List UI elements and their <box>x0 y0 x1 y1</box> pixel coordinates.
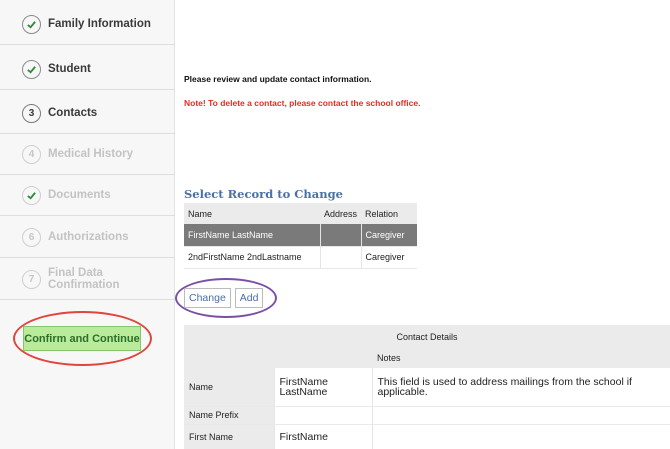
intro-text: Please review and update contact informa… <box>184 74 372 84</box>
step-medical-history: 4 Medical History <box>0 134 175 175</box>
contact-details-title: Contact Details <box>184 325 670 348</box>
record-address <box>319 224 362 247</box>
field-value[interactable]: FirstName <box>273 424 372 449</box>
detail-row-first-name: First Name FirstName <box>184 424 670 449</box>
field-value: FirstName LastName <box>273 368 372 407</box>
step-number-badge: 7 <box>22 269 41 289</box>
step-number-badge: 6 <box>22 227 41 247</box>
record-address <box>319 246 362 269</box>
step-label: Medical History <box>48 148 133 160</box>
select-record-title: Select Record to Change <box>184 187 343 201</box>
confirm-and-continue-button[interactable]: Confirm and Continue <box>23 326 141 351</box>
check-icon <box>22 185 41 205</box>
column-header-relation: Relation <box>361 203 418 224</box>
field-label: Name Prefix <box>184 406 274 425</box>
column-header-name: Name <box>184 203 320 224</box>
record-relation: Caregiver <box>360 224 418 247</box>
step-number-badge: 4 <box>22 144 41 164</box>
step-label: Authorizations <box>48 231 129 243</box>
step-label: Student <box>48 63 91 75</box>
table-row[interactable]: 2ndFirstName 2ndLastname Caregiver <box>184 246 418 269</box>
step-number-badge: 3 <box>22 103 41 123</box>
step-family-information[interactable]: Family Information <box>0 4 175 45</box>
subheader-spacer <box>274 348 372 368</box>
detail-row-name: Name FirstName LastName This field is us… <box>184 368 670 407</box>
record-name: FirstName LastName <box>184 224 320 247</box>
step-authorizations: 6 Authorizations <box>0 217 175 258</box>
notes-header: Notes <box>372 348 670 368</box>
step-label: Final Data Confirmation <box>48 267 120 291</box>
step-contacts[interactable]: 3 Contacts <box>0 93 175 134</box>
field-note <box>371 406 670 425</box>
records-table: Name Address Relation FirstName LastName… <box>184 203 418 269</box>
step-student[interactable]: Student <box>0 49 175 90</box>
field-note <box>371 424 670 449</box>
step-label: Documents <box>48 189 111 201</box>
table-row[interactable]: FirstName LastName Caregiver <box>184 224 418 247</box>
wizard-sidebar: Family Information Student 3 Contacts 4 … <box>0 0 175 449</box>
details-header-row: Contact Details <box>184 325 670 348</box>
field-note: This field is used to address mailings f… <box>371 368 670 407</box>
details-subheader-row: Notes <box>184 348 670 368</box>
step-documents[interactable]: Documents <box>0 175 175 216</box>
field-value[interactable] <box>273 406 372 425</box>
add-button[interactable]: Add <box>234 288 264 308</box>
record-relation: Caregiver <box>360 246 418 269</box>
field-label: First Name <box>184 424 274 449</box>
field-label: Name <box>184 368 274 407</box>
step-label: Family Information <box>48 18 151 30</box>
delete-note: Note! To delete a contact, please contac… <box>184 98 421 108</box>
step-final-data-confirmation: 7 Final Data Confirmation <box>0 259 175 300</box>
check-icon <box>22 14 41 34</box>
step-label: Contacts <box>48 107 98 119</box>
record-name: 2ndFirstName 2ndLastname <box>184 246 320 269</box>
record-actions: Change Add <box>184 288 264 308</box>
check-icon <box>22 59 41 79</box>
subheader-spacer <box>184 348 274 368</box>
detail-row-name-prefix: Name Prefix <box>184 406 670 425</box>
change-button[interactable]: Change <box>184 288 231 308</box>
records-header-row: Name Address Relation <box>184 203 418 224</box>
contact-details-table: Contact Details Notes Name FirstName Las… <box>184 325 670 449</box>
column-header-address: Address <box>320 203 362 224</box>
